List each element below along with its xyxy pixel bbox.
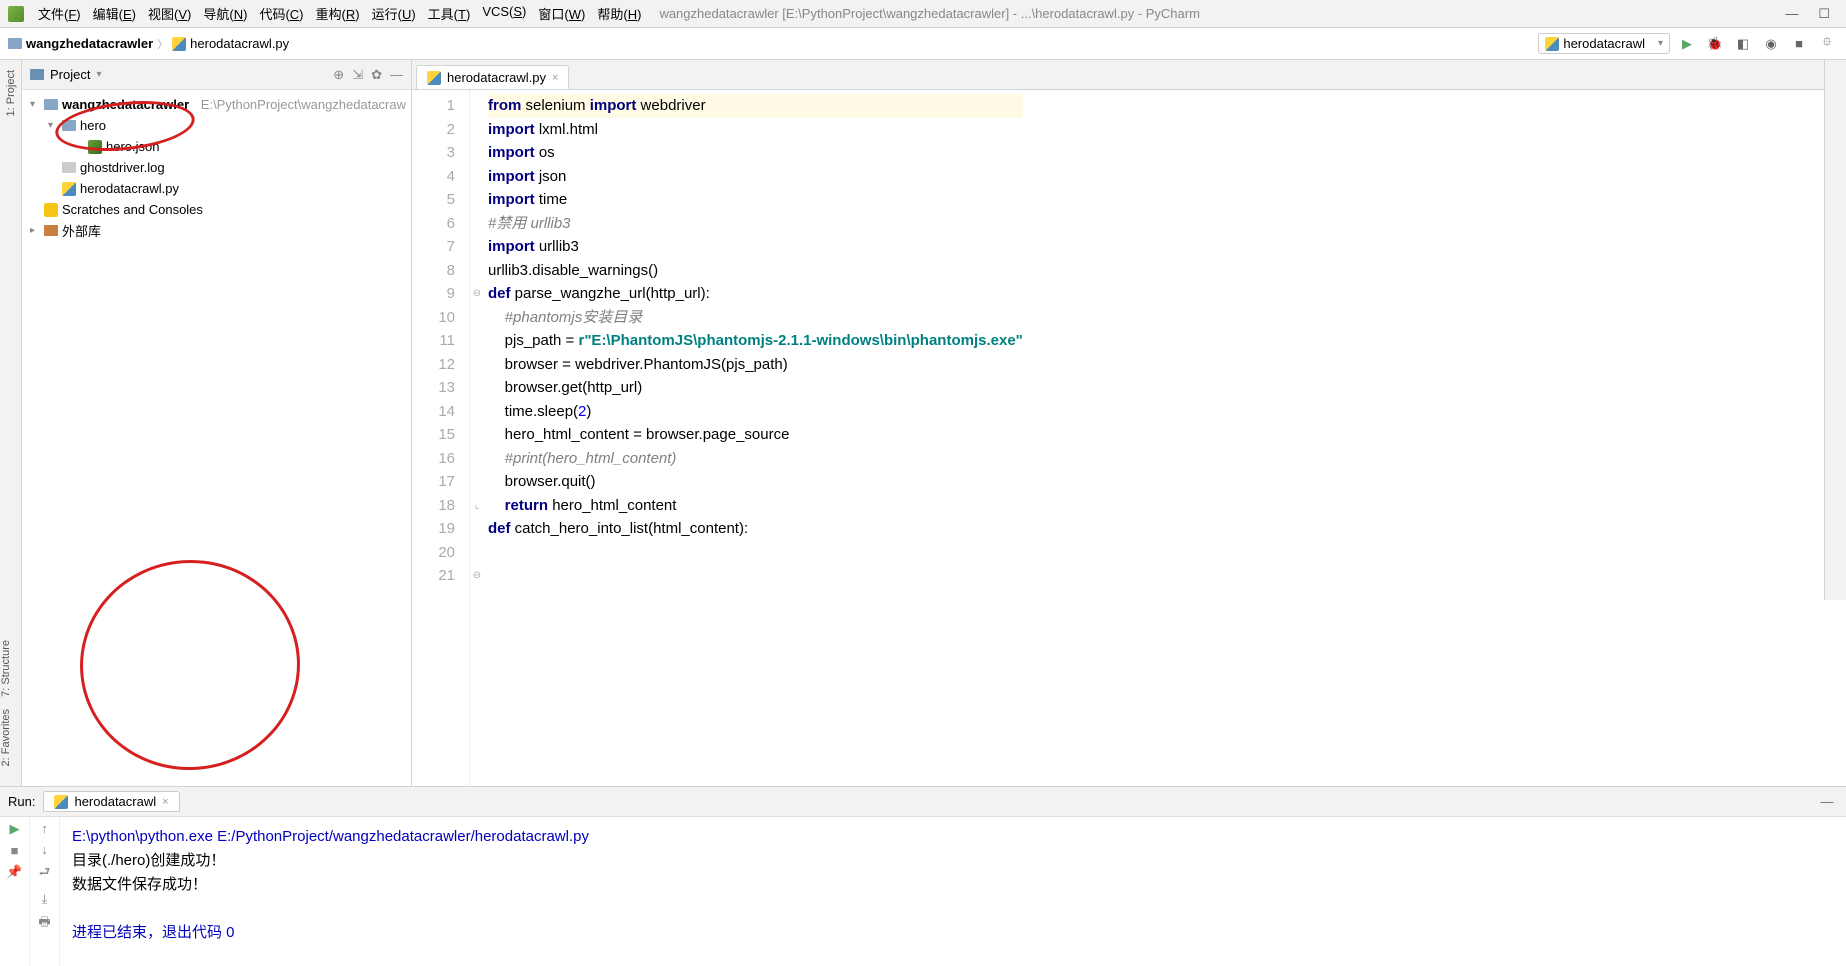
tree-root[interactable]: ▾ wangzhedatacrawler E:\PythonProject\wa… (22, 94, 411, 115)
editor-tabs: herodatacrawl.py × (412, 60, 1846, 90)
menu-item[interactable]: 代码(C) (253, 2, 309, 25)
project-tool-tab[interactable]: 1: Project (5, 64, 17, 122)
fold-gutter[interactable]: ⊖⌞⊖ (470, 90, 484, 786)
menu-item[interactable]: 运行(U) (366, 2, 422, 25)
hide-icon[interactable]: — (1816, 791, 1838, 813)
tree-item[interactable]: herodatacrawl.py (22, 178, 411, 199)
menu-item[interactable]: 文件(F) (32, 2, 87, 25)
locate-icon[interactable]: ⊕ (333, 67, 344, 83)
right-tool-rail (1824, 60, 1846, 600)
collapse-icon[interactable]: ⇲ (352, 67, 363, 83)
down-icon[interactable]: ↓ (41, 842, 48, 857)
up-icon[interactable]: ↑ (41, 821, 48, 836)
wrap-icon[interactable]: ⮐ (39, 863, 51, 885)
menu-item[interactable]: 导航(N) (197, 2, 253, 25)
breadcrumb-project[interactable]: wangzhedatacrawler (8, 36, 153, 51)
search-button[interactable]: ⯐ (1816, 33, 1838, 55)
folder-icon (30, 69, 44, 80)
menu-item[interactable]: VCS(S) (476, 2, 532, 25)
project-tree[interactable]: ▾ wangzhedatacrawler E:\PythonProject\wa… (22, 90, 411, 245)
tree-item[interactable]: ▾hero (22, 115, 411, 136)
python-file-icon (427, 71, 441, 85)
chevron-down-icon[interactable]: ▾ (96, 69, 101, 80)
console-output[interactable]: E:\python\python.exe E:/PythonProject/wa… (60, 817, 1846, 966)
json-file-icon (88, 140, 102, 154)
file-icon (62, 162, 76, 173)
code-editor[interactable]: 123456789101112131415161718192021 ⊖⌞⊖ fr… (412, 90, 1846, 786)
profile-button[interactable]: ◉ (1760, 33, 1782, 55)
code-content[interactable]: from selenium import webdriverimport lxm… (484, 90, 1023, 786)
run-with-coverage-button[interactable]: ◧ (1732, 33, 1754, 55)
pin-button[interactable]: 📌 (6, 864, 22, 880)
project-view-title[interactable]: Project (50, 67, 90, 82)
editor-area: herodatacrawl.py × 123456789101112131415… (412, 60, 1846, 786)
menu-item[interactable]: 编辑(E) (87, 2, 142, 25)
run-button[interactable]: ▶ (1676, 33, 1698, 55)
scroll-icon[interactable]: ⤓ (42, 891, 48, 907)
pycharm-logo-icon (8, 6, 24, 22)
libraries-icon (44, 225, 58, 236)
stop-button[interactable]: ■ (11, 843, 19, 858)
gear-icon[interactable]: ✿ (371, 67, 382, 83)
stop-button[interactable]: ■ (1788, 33, 1810, 55)
tree-item[interactable]: hero.json (22, 136, 411, 157)
run-tab[interactable]: herodatacrawl × (43, 791, 179, 812)
tree-item[interactable]: ▸外部库 (22, 220, 411, 241)
chevron-right-icon: 〉 (157, 36, 168, 52)
python-file-icon (62, 182, 76, 196)
menu-item[interactable]: 工具(T) (422, 2, 477, 25)
menu-item[interactable]: 帮助(H) (591, 2, 647, 25)
line-numbers: 123456789101112131415161718192021 (412, 90, 470, 786)
project-tool-header: Project ▾ ⊕ ⇲ ✿ — (22, 60, 411, 90)
python-file-icon (1545, 37, 1559, 51)
menubar: 文件(F)编辑(E)视图(V)导航(N)代码(C)重构(R)运行(U)工具(T)… (0, 0, 1846, 28)
chevron-right-icon[interactable]: ▸ (30, 225, 40, 236)
project-tool-window: Project ▾ ⊕ ⇲ ✿ — ▾ wangzhedatacrawler E… (22, 60, 412, 786)
window-controls: — ☐ (1785, 6, 1838, 22)
tree-item[interactable]: Scratches and Consoles (22, 199, 411, 220)
navigation-bar: wangzhedatacrawler 〉 herodatacrawl.py he… (0, 28, 1846, 60)
run-tool-header: Run: herodatacrawl × — (0, 787, 1846, 817)
minimize-icon[interactable]: — (1785, 6, 1798, 22)
breadcrumb-file[interactable]: herodatacrawl.py (172, 36, 289, 51)
editor-tab-active[interactable]: herodatacrawl.py × (416, 65, 569, 89)
folder-icon (62, 120, 76, 131)
scratch-icon (44, 203, 58, 217)
debug-button[interactable]: 🐞 (1704, 33, 1726, 55)
menu-item[interactable]: 视图(V) (142, 2, 197, 25)
breadcrumb: wangzhedatacrawler 〉 herodatacrawl.py (8, 36, 289, 52)
python-file-icon (54, 795, 68, 809)
run-configuration-selector[interactable]: herodatacrawl (1538, 33, 1670, 54)
menu-item[interactable]: 重构(R) (310, 2, 366, 25)
run-tool-window: Run: herodatacrawl × — ▶ ■ 📌 ↑ ↓ ⮐ ⤓ 🖶 E… (0, 786, 1846, 966)
menu-item[interactable]: 窗口(W) (532, 2, 591, 25)
close-icon[interactable]: × (162, 796, 168, 808)
run-left-tools: ▶ ■ 📌 (0, 817, 30, 966)
structure-tool-tab[interactable]: 7: Structure (0, 634, 12, 703)
folder-icon (44, 99, 58, 110)
rerun-button[interactable]: ▶ (10, 821, 20, 837)
chevron-down-icon[interactable]: ▾ (30, 99, 40, 110)
run-label: Run: (8, 794, 35, 809)
close-icon[interactable]: × (552, 72, 558, 84)
run-tool-col: ↑ ↓ ⮐ ⤓ 🖶 (30, 817, 60, 966)
print-icon[interactable]: 🖶 (38, 913, 50, 935)
maximize-icon[interactable]: ☐ (1818, 6, 1830, 22)
tree-item[interactable]: ghostdriver.log (22, 157, 411, 178)
folder-icon (8, 38, 22, 49)
chevron-down-icon[interactable]: ▾ (48, 120, 58, 131)
python-file-icon (172, 37, 186, 51)
favorites-tool-tab[interactable]: 2: Favorites (0, 703, 12, 772)
hide-icon[interactable]: — (390, 67, 403, 83)
window-title: wangzhedatacrawler [E:\PythonProject\wan… (659, 6, 1785, 21)
